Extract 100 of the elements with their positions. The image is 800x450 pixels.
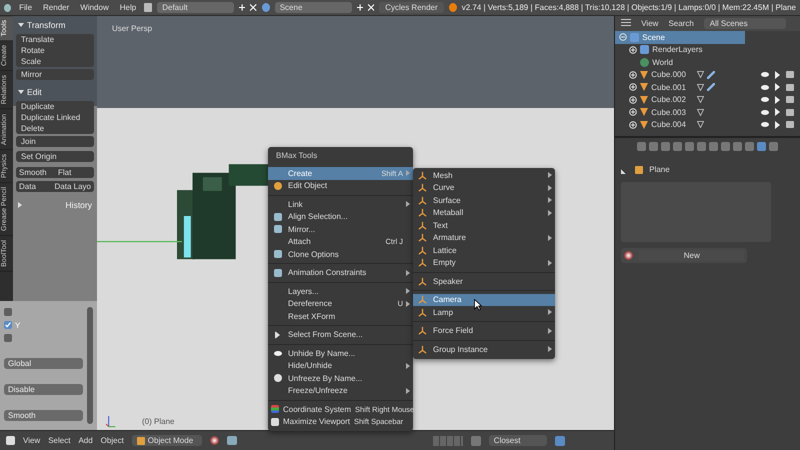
panel-header[interactable]: Transform bbox=[16, 18, 94, 32]
scenes-dropdown[interactable]: All Scenes bbox=[704, 18, 786, 29]
render-engine-dropdown[interactable]: Cycles Render bbox=[379, 2, 444, 13]
menu-item[interactable]: Search bbox=[668, 19, 694, 28]
dropdown[interactable]: Disable bbox=[4, 384, 83, 395]
menu-item[interactable]: Window bbox=[77, 3, 112, 12]
tool-button[interactable]: Duplicate bbox=[16, 101, 94, 112]
object-type-icon bbox=[418, 258, 427, 268]
object-type-icon bbox=[418, 220, 427, 230]
panel-header[interactable]: History bbox=[16, 198, 94, 212]
mode-dropdown[interactable]: Object Mode bbox=[132, 435, 202, 446]
expander-icon[interactable] bbox=[629, 83, 638, 92]
expander-icon[interactable] bbox=[629, 96, 638, 104]
tree-item[interactable]: RenderLayers bbox=[652, 45, 702, 54]
menu-item[interactable]: Freeze/Unfreeze bbox=[268, 384, 413, 397]
scene-stats: v2.74 | Verts:5,189 | Faces:4,888 | Tris:10,128 | Objects:1/9 | Lamps:0/0 | Mem:22.45M | Plane bbox=[462, 3, 796, 12]
object-type-icon bbox=[418, 308, 427, 317]
expander-icon[interactable] bbox=[629, 46, 638, 54]
tool-button[interactable]: Translate bbox=[16, 34, 94, 45]
tree-item[interactable]: Scene bbox=[615, 31, 746, 44]
render-layers-icon bbox=[640, 45, 650, 54]
menu-icon bbox=[274, 350, 282, 356]
menu-item[interactable]: Link bbox=[268, 198, 413, 210]
add-icon[interactable] bbox=[356, 4, 363, 11]
menu-item[interactable]: View bbox=[641, 19, 658, 28]
tool-button[interactable]: Join bbox=[16, 136, 94, 147]
menu-item[interactable]: View bbox=[23, 436, 40, 445]
menu-item[interactable]: Speaker bbox=[413, 275, 555, 288]
checkbox[interactable] bbox=[4, 321, 12, 329]
tree-item[interactable]: Cube.000 bbox=[651, 70, 686, 80]
tool-button[interactable]: Mirror bbox=[16, 69, 94, 80]
close-icon[interactable] bbox=[250, 4, 257, 11]
menu-item[interactable]: Clone Options bbox=[268, 248, 413, 260]
tree-item[interactable]: Cube.001 bbox=[651, 82, 686, 92]
dropdown[interactable]: Global bbox=[4, 358, 83, 369]
close-icon[interactable] bbox=[368, 4, 374, 11]
menu-item[interactable]: Hide/Unhide bbox=[268, 360, 413, 372]
info-icon[interactable] bbox=[4, 4, 12, 12]
add-icon[interactable] bbox=[239, 4, 246, 11]
menu-item[interactable]: Help bbox=[116, 3, 140, 12]
menu-item[interactable]: File bbox=[16, 3, 36, 12]
expander-icon[interactable] bbox=[629, 108, 638, 116]
menu-item[interactable]: Empty bbox=[413, 256, 555, 269]
shading-icon[interactable] bbox=[210, 436, 219, 445]
menu-item[interactable]: Unhide By Name... bbox=[268, 347, 413, 360]
menu-icon bbox=[274, 250, 282, 258]
object-type-icon bbox=[418, 196, 427, 205]
menu-item[interactable]: Align Selection... bbox=[268, 210, 413, 223]
expander-icon[interactable] bbox=[629, 70, 638, 79]
tool-button[interactable]: Scale bbox=[16, 56, 94, 67]
scene-icon[interactable] bbox=[262, 3, 270, 12]
dropdown[interactable]: Smooth bbox=[4, 410, 83, 421]
checkbox-label: Y bbox=[15, 320, 20, 330]
menu-item[interactable]: Surface bbox=[413, 194, 555, 206]
menu-title: BMax Tools bbox=[275, 150, 318, 162]
view-label: User Persp bbox=[112, 24, 152, 33]
tree-item[interactable]: Cube.002 bbox=[651, 95, 686, 104]
object-label: (0) Plane bbox=[142, 417, 174, 426]
menu-icon bbox=[274, 374, 282, 382]
menu-item[interactable]: Reset XForm bbox=[268, 310, 413, 322]
object-type-icon bbox=[418, 326, 427, 336]
menu-item[interactable]: Text bbox=[413, 219, 555, 232]
menu-item[interactable]: Animation Constraints bbox=[268, 266, 413, 279]
snap-target-dropdown[interactable]: Closest bbox=[488, 435, 547, 446]
expander-icon[interactable] bbox=[629, 120, 638, 129]
menu-item[interactable]: Armature bbox=[413, 232, 555, 244]
menu-item[interactable]: Group Instance bbox=[413, 343, 555, 356]
menu-item[interactable]: Render bbox=[40, 3, 72, 12]
menu-item[interactable]: Curve bbox=[413, 182, 555, 194]
menu-item[interactable]: Force Field bbox=[413, 324, 555, 337]
menu-item[interactable]: Unfreeze By Name... bbox=[268, 372, 413, 384]
menu-item[interactable]: Mirror... bbox=[268, 223, 413, 236]
tree-item[interactable]: Cube.004 bbox=[651, 120, 686, 130]
object-type-icon bbox=[418, 276, 427, 286]
panel-header[interactable]: Edit bbox=[16, 85, 94, 99]
menu-icon bbox=[274, 182, 282, 190]
menu-item[interactable]: Lattice bbox=[413, 244, 555, 256]
menu-item[interactable]: Select From Scene... bbox=[268, 328, 413, 341]
dropdown[interactable]: Set Origin bbox=[16, 151, 94, 162]
tree-item[interactable]: Cube.003 bbox=[651, 108, 686, 117]
tree-item[interactable]: World bbox=[652, 58, 673, 67]
menu-item[interactable]: Metaball bbox=[413, 206, 555, 219]
menu-item[interactable]: Mesh bbox=[413, 169, 555, 182]
object-type-icon bbox=[418, 246, 427, 255]
menu-item[interactable]: Edit Object bbox=[268, 180, 413, 192]
scrollbar[interactable] bbox=[87, 307, 93, 424]
menu-item[interactable]: Camera bbox=[413, 294, 555, 306]
tool-button[interactable]: Delete bbox=[16, 123, 94, 134]
logo-icon bbox=[448, 3, 457, 12]
menu-item[interactable]: Select bbox=[48, 436, 70, 445]
checkbox[interactable] bbox=[4, 308, 12, 316]
menu-item[interactable]: Lamp bbox=[413, 306, 555, 318]
scene-field[interactable]: Scene bbox=[274, 2, 352, 13]
material-icon[interactable] bbox=[624, 251, 634, 260]
menu-item[interactable]: Object bbox=[100, 436, 124, 445]
mouse-pointer-icon bbox=[474, 299, 482, 311]
menu-item[interactable]: Layers... bbox=[268, 285, 413, 298]
menu-item[interactable]: Add bbox=[78, 436, 93, 445]
screen-layout-field[interactable]: Default bbox=[157, 2, 234, 13]
checkbox[interactable] bbox=[4, 334, 12, 342]
